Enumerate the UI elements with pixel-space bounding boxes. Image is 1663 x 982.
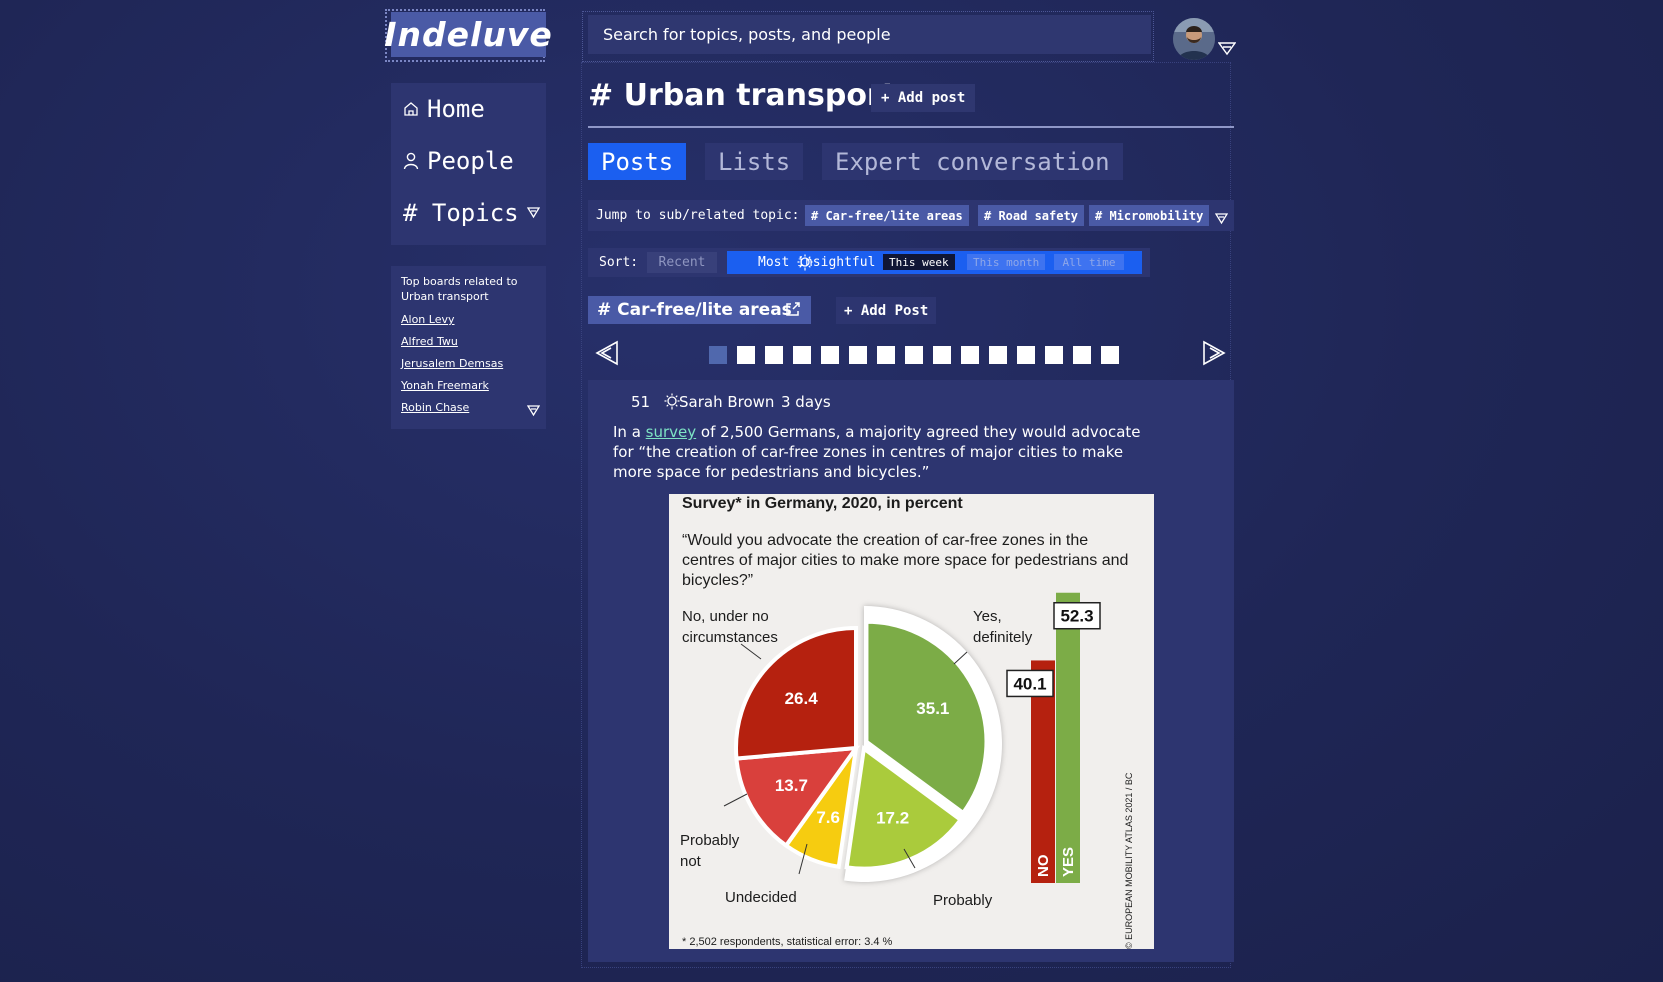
page-dot[interactable]: [1017, 346, 1035, 364]
board-link[interactable]: Yonah Freemark: [401, 379, 489, 392]
post-score: 51: [631, 393, 651, 411]
survey-link[interactable]: survey: [646, 423, 696, 441]
topic-chip[interactable]: # Micromobility: [1089, 205, 1210, 226]
leader-line: [723, 793, 748, 807]
topic-chip[interactable]: # Car-free/lite areas: [805, 205, 969, 226]
pie-chart: 35.1 17.2 7.6 13.7 26.4 40.1 NO 52.3 YES: [723, 592, 1101, 883]
related-boards-heading: Top boards related to Urban transport: [401, 275, 518, 303]
post-author[interactable]: Sarah Brown: [679, 393, 774, 411]
next-arrow-icon[interactable]: [1202, 340, 1226, 370]
page-dot[interactable]: [793, 346, 811, 364]
figure-credit: © EUROPEAN MOBILITY ATLAS 2021 / BC: [1124, 772, 1134, 949]
period-this-month[interactable]: This month: [967, 254, 1046, 270]
divider: [588, 126, 1234, 128]
tab-lists[interactable]: Lists: [705, 143, 804, 180]
related-topics-label: Jump to sub/related topic:: [596, 208, 800, 223]
post-card: 51 Sarah Brown 3 days In a survey of 2,5…: [588, 380, 1234, 962]
label-probably-not: Probably not: [680, 832, 740, 870]
label-undecided: Undecided: [725, 889, 797, 906]
add-post-button[interactable]: + Add post: [871, 84, 976, 112]
page-dot[interactable]: [849, 346, 867, 364]
sidebar-item-label: People: [427, 147, 514, 175]
sidebar-item-people[interactable]: People: [403, 147, 514, 175]
person-icon: [403, 152, 419, 170]
sort-insightful-group: Most insightful This week This month All…: [727, 251, 1142, 274]
sort-recent-button[interactable]: Recent: [647, 252, 717, 273]
sidebar-item-label: # Topics: [403, 199, 519, 227]
pagination-dots: [709, 346, 1119, 364]
label-yes-definitely: Yes, definitely: [973, 608, 1033, 646]
page-dot[interactable]: [905, 346, 923, 364]
page-dot[interactable]: [821, 346, 839, 364]
lightbulb-icon: [664, 393, 680, 415]
board-link[interactable]: Alfred Twu: [401, 335, 458, 348]
yes-total-bar: [1056, 592, 1080, 883]
page-title: # Urban transport: [588, 78, 897, 113]
sidebar-item-topics[interactable]: # Topics: [403, 199, 540, 227]
app-logo-text: Indeluve: [384, 15, 553, 54]
board-link[interactable]: Robin Chase: [401, 401, 469, 414]
slice-value-label: 17.2: [876, 808, 909, 827]
period-this-week[interactable]: This week: [883, 254, 955, 270]
page-dot[interactable]: [765, 346, 783, 364]
sidebar-item-home[interactable]: Home: [403, 95, 485, 123]
sort-bar: Sort: Recent Most insightful This week T…: [588, 248, 1150, 277]
lightbulb-icon: [797, 254, 813, 276]
page-dot[interactable]: [989, 346, 1007, 364]
related-boards-panel: Top boards related to Urban transport Al…: [391, 266, 546, 429]
survey-infographic: Survey* in Germany, 2020, in percent “Wo…: [669, 494, 1154, 949]
search-input[interactable]: [588, 15, 1151, 54]
related-topics-bar: Jump to sub/related topic: # Car-free/li…: [588, 200, 1234, 231]
page-dot[interactable]: [1045, 346, 1063, 364]
post-body: In a survey of 2,500 Germans, a majority…: [613, 422, 1153, 482]
post-age: 3 days: [781, 393, 831, 411]
external-link-icon[interactable]: [785, 301, 801, 322]
avatar[interactable]: [1173, 18, 1215, 60]
page-dot[interactable]: [737, 346, 755, 364]
period-all-time[interactable]: All time: [1054, 254, 1124, 270]
page-dot[interactable]: [1101, 346, 1119, 364]
board-link[interactable]: Alon Levy: [401, 313, 455, 326]
board-link[interactable]: Jerusalem Demsas: [401, 357, 503, 370]
page-dot[interactable]: [961, 346, 979, 364]
board-title-chip[interactable]: # Car-free/lite areas: [588, 296, 811, 324]
total-value-label: 40.1: [1013, 674, 1046, 693]
previous-arrow-icon[interactable]: [595, 340, 619, 370]
post-text-before: In a: [613, 423, 646, 441]
sidebar-item-label: Home: [427, 95, 485, 123]
figure-footnote: * 2,502 respondents, statistical error: …: [682, 936, 893, 948]
page-dot[interactable]: [933, 346, 951, 364]
slice-value-label: 13.7: [775, 776, 808, 795]
page-dot[interactable]: [1073, 346, 1091, 364]
sidebar-nav: Home People # Topics: [391, 83, 546, 245]
total-bar-label: NO: [1035, 854, 1052, 877]
chevron-down-icon[interactable]: [1214, 210, 1229, 229]
slice-value-label: 7.6: [816, 808, 840, 827]
label-probably: Probably: [933, 892, 993, 909]
home-icon: [403, 101, 419, 117]
topic-chip[interactable]: # Road safety: [978, 205, 1084, 226]
total-value-label: 52.3: [1060, 607, 1093, 626]
page-dot[interactable]: [709, 346, 727, 364]
slice-value-label: 26.4: [785, 689, 819, 708]
chevron-down-icon[interactable]: [1217, 41, 1237, 60]
chevron-down-icon: [526, 207, 540, 219]
tab-expert-conversation[interactable]: Expert conversation: [822, 143, 1123, 180]
board-title: # Car-free/lite areas: [597, 300, 792, 320]
sort-insightful-button[interactable]: Most insightful: [758, 255, 875, 270]
label-no-under-no-circumstances: No, under no circumstances: [682, 608, 778, 646]
slice-value-label: 35.1: [916, 699, 949, 718]
tab-posts[interactable]: Posts: [588, 143, 687, 180]
page-dot[interactable]: [877, 346, 895, 364]
sort-label: Sort:: [599, 255, 639, 270]
total-bar-label: YES: [1060, 847, 1077, 877]
add-board-post-button[interactable]: + Add Post: [836, 297, 937, 324]
app-logo[interactable]: Indeluve: [384, 12, 552, 57]
chevron-down-icon[interactable]: [526, 402, 541, 421]
